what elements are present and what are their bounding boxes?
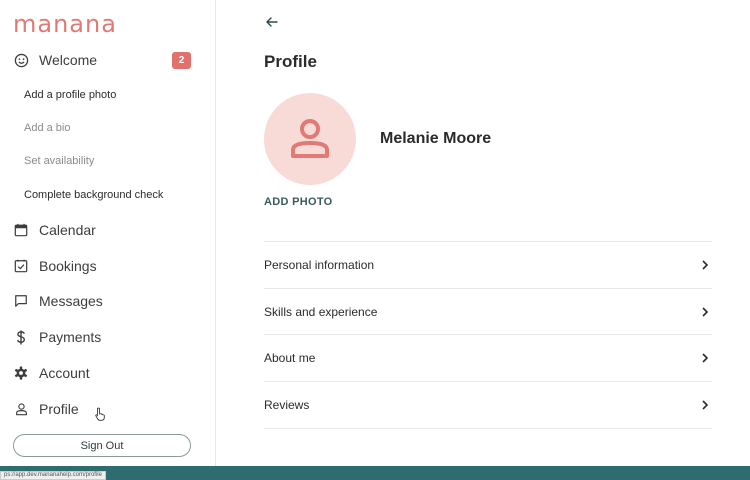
section-row-label: About me [264, 351, 316, 365]
chevron-right-icon [702, 353, 709, 363]
person-icon [291, 119, 329, 158]
notification-badge: 2 [172, 51, 191, 69]
section-row-about-me[interactable]: About me [264, 334, 712, 381]
user-name: Melanie Moore [380, 130, 492, 147]
section-row-label: Personal information [264, 258, 375, 272]
welcome-step-background-check[interactable]: Complete background check [24, 189, 163, 201]
sidebar-item-account[interactable]: Account [0, 358, 215, 388]
sidebar-item-label: Messages [39, 293, 103, 309]
sidebar: manana Welcome 2 Add a profile photo Add… [0, 0, 216, 466]
sign-out-button[interactable]: Sign Out [13, 434, 191, 457]
back-arrow-icon[interactable] [264, 14, 280, 30]
sidebar-item-bookings[interactable]: Bookings [0, 251, 215, 281]
chevron-right-icon [702, 307, 709, 317]
main-content: Profile Melanie Moore ADD PHOTO Personal… [216, 0, 750, 466]
brand-logo: manana [13, 10, 117, 38]
section-row-skills-experience[interactable]: Skills and experience [264, 288, 712, 335]
sidebar-item-label: Calendar [39, 222, 96, 238]
section-row-reviews[interactable]: Reviews [264, 381, 712, 428]
calendar-icon [13, 222, 29, 238]
sidebar-item-label: Account [39, 365, 90, 381]
section-row-personal-information[interactable]: Personal information [264, 241, 712, 288]
chat-icon [13, 293, 29, 309]
section-row-label: Reviews [264, 398, 310, 412]
sidebar-item-welcome[interactable]: Welcome 2 [0, 45, 215, 75]
gear-icon [13, 365, 29, 381]
status-url-tooltip: ps://app.dev.mananahelp.com/profile [0, 471, 106, 480]
sidebar-item-messages[interactable]: Messages [0, 286, 215, 316]
hand-pointer-cursor-icon [95, 407, 105, 421]
section-row-label: Skills and experience [264, 305, 378, 319]
divider [264, 428, 712, 429]
sidebar-item-label: Welcome [39, 52, 98, 68]
checklist-icon [13, 258, 29, 274]
avatar-placeholder[interactable] [264, 93, 356, 185]
chevron-right-icon [702, 400, 709, 410]
add-photo-link[interactable]: ADD PHOTO [264, 196, 333, 208]
bottom-bar [0, 466, 750, 480]
chevron-right-icon [702, 260, 709, 270]
sidebar-item-calendar[interactable]: Calendar [0, 215, 215, 245]
sidebar-item-label: Bookings [39, 258, 97, 274]
smile-icon [13, 52, 29, 68]
person-icon [13, 401, 29, 417]
sidebar-item-label: Payments [39, 329, 102, 345]
welcome-step-set-availability[interactable]: Set availability [24, 155, 94, 167]
sidebar-item-profile[interactable]: Profile [0, 394, 215, 424]
welcome-step-add-bio[interactable]: Add a bio [24, 122, 70, 134]
sidebar-item-label: Profile [39, 401, 79, 417]
welcome-step-add-profile-photo[interactable]: Add a profile photo [24, 89, 116, 101]
sidebar-item-payments[interactable]: Payments [0, 322, 215, 352]
page-title: Profile [264, 52, 317, 71]
dollar-icon [13, 329, 29, 345]
